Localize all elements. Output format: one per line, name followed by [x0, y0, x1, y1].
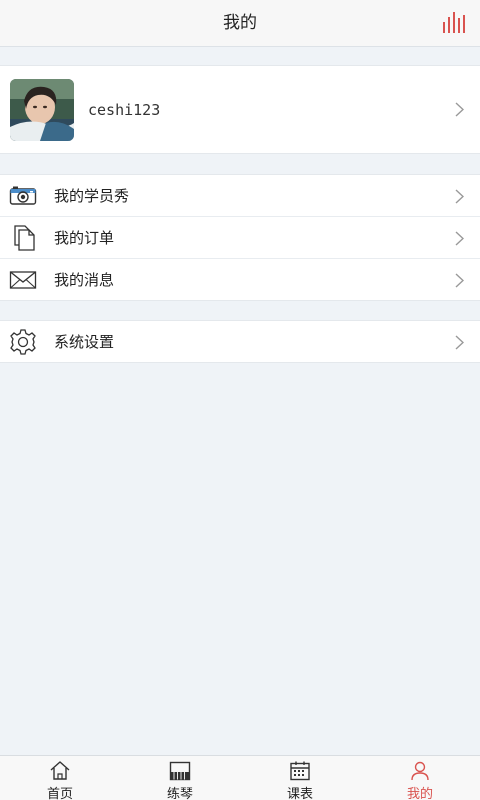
- tab-label: 练琴: [166, 787, 193, 800]
- tab-label: 课表: [286, 787, 313, 800]
- menu-item-label: 我的订单: [54, 229, 115, 247]
- home-icon: [50, 761, 70, 780]
- tab-home[interactable]: 首页: [0, 756, 120, 800]
- menu-item-label: 我的消息: [54, 271, 115, 289]
- menu-item-student-show[interactable]: 我的学员秀: [0, 175, 480, 217]
- tab-schedule[interactable]: 课表: [240, 756, 360, 800]
- bottom-tab-bar: 首页 练琴 课表 我的: [0, 755, 480, 800]
- menu-item-orders[interactable]: 我的订单: [0, 217, 480, 259]
- chevron-right-icon: [455, 335, 464, 350]
- document-icon: [14, 225, 35, 251]
- tab-label: 首页: [46, 787, 73, 800]
- calendar-icon: [290, 761, 310, 781]
- bar-chart-icon[interactable]: [442, 12, 466, 34]
- tab-mine[interactable]: 我的: [360, 756, 480, 800]
- avatar: [10, 79, 74, 141]
- chevron-right-icon: [455, 189, 464, 204]
- gear-icon: [10, 329, 36, 355]
- menu-item-label: 我的学员秀: [54, 187, 130, 205]
- chevron-right-icon: [455, 102, 464, 117]
- chevron-right-icon: [455, 231, 464, 246]
- menu-group-account: 我的学员秀 我的订单 我的消息: [0, 174, 480, 301]
- piano-icon: [169, 761, 191, 781]
- username: ceshi123: [88, 101, 161, 119]
- chevron-right-icon: [455, 273, 464, 288]
- tab-label: 我的: [406, 787, 433, 800]
- top-bar: 我的: [0, 0, 480, 47]
- menu-item-messages[interactable]: 我的消息: [0, 259, 480, 301]
- profile-card[interactable]: ceshi123: [0, 65, 480, 154]
- tab-practice[interactable]: 练琴: [120, 756, 240, 800]
- envelope-icon: [9, 271, 37, 289]
- person-icon: [411, 761, 429, 781]
- menu-group-system: 系统设置: [0, 320, 480, 363]
- camera-icon: [9, 186, 37, 205]
- menu-item-settings[interactable]: 系统设置: [0, 321, 480, 363]
- page-title: 我的: [223, 13, 257, 33]
- menu-item-label: 系统设置: [54, 333, 115, 351]
